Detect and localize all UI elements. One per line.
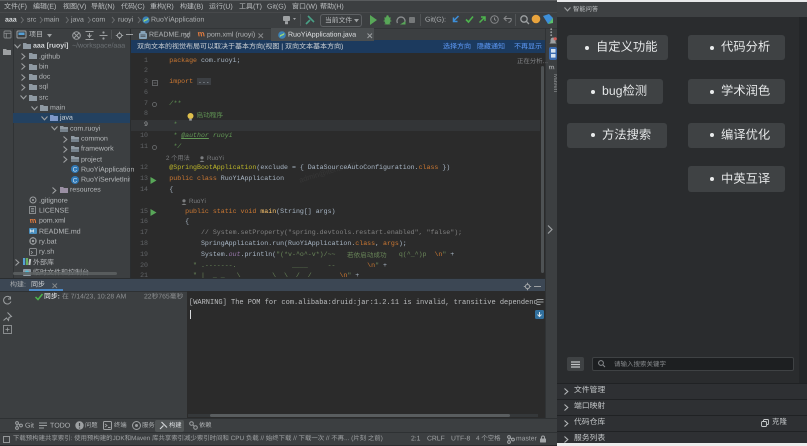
svg-text:C: C	[72, 167, 77, 174]
svg-text:C: C	[72, 177, 77, 184]
